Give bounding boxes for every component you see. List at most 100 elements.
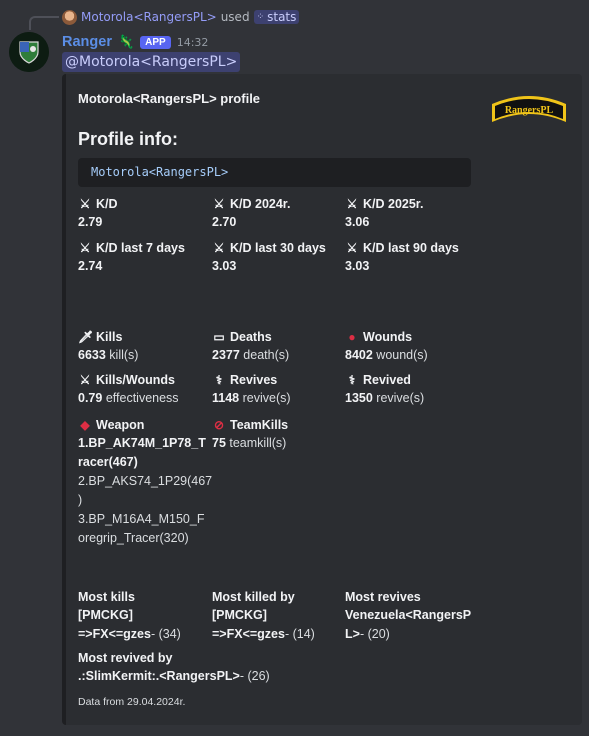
most-revived-by-player: .:SlimKermit:.<RangersPL> bbox=[78, 669, 240, 683]
command-name: stats bbox=[267, 10, 297, 24]
field-wounds: ● Wounds 8402 wound(s) bbox=[345, 329, 428, 365]
crossed-swords-icon: ⚔ bbox=[213, 241, 225, 255]
logo-text: RangersPL bbox=[505, 105, 554, 116]
field-weapon: ◆ Weapon 1.BP_AK74M_1P78_T racer(467) 2.B… bbox=[78, 417, 213, 548]
most-revives-count: - (20) bbox=[359, 627, 390, 641]
prohibited-icon: ⊘ bbox=[213, 418, 225, 432]
field-kd: ⚔ K/D 2.79 bbox=[78, 196, 118, 232]
crossed-swords-icon: ⚔ bbox=[79, 197, 91, 211]
reply-used-text: used bbox=[220, 10, 250, 24]
wounds-count: 8402 bbox=[345, 348, 373, 362]
revived-count: 1350 bbox=[345, 391, 373, 405]
blood-drop-icon: ● bbox=[348, 330, 356, 344]
field-deaths: ▭ Deaths 2377 death(s) bbox=[212, 329, 289, 365]
field-kd-7-days: ⚔ K/D last 7 days 2.74 bbox=[78, 240, 185, 276]
reply-avatar[interactable] bbox=[62, 9, 77, 25]
reply-connector bbox=[29, 16, 59, 30]
field-name: K/D last 7 days bbox=[96, 241, 185, 255]
field-teamkills: ⊘ TeamKills 75 teamkill(s) bbox=[212, 417, 288, 453]
deaths-count: 2377 bbox=[212, 348, 240, 362]
revives-count: 1148 bbox=[212, 391, 240, 405]
coffin-icon: ▭ bbox=[213, 330, 225, 344]
weapon-top: 1.BP_AK74M_1P78_T racer(467) bbox=[78, 436, 206, 469]
field-value: 2.74 bbox=[78, 259, 103, 273]
field-name: Wounds bbox=[363, 330, 413, 344]
field-name: Kills bbox=[96, 330, 123, 344]
embed-author: Motorola<RangersPL> profile bbox=[78, 91, 261, 106]
kills-count: 6633 bbox=[78, 348, 106, 362]
field-name: Most killed by bbox=[212, 590, 295, 604]
bot-avatar[interactable] bbox=[9, 32, 49, 72]
wounds-unit: wound(s) bbox=[372, 348, 428, 362]
reply-preview[interactable]: Motorola<RangersPL> used ⁘ stats bbox=[62, 8, 300, 26]
field-kd-90-days: ⚔ K/D last 90 days 3.03 bbox=[345, 240, 459, 276]
command-chip[interactable]: ⁘ stats bbox=[253, 10, 300, 24]
kills-unit: kill(s) bbox=[105, 348, 139, 362]
message-timestamp[interactable]: 14:32 bbox=[177, 36, 209, 49]
medical-staff-icon: ⚕ bbox=[348, 373, 356, 387]
field-kd-30-days: ⚔ K/D last 30 days 3.03 bbox=[212, 240, 326, 276]
shield-emblem-icon bbox=[9, 32, 49, 72]
revives-unit: revive(s) bbox=[239, 391, 291, 405]
most-killed-by-player: [PMCKG] =>FX<=gzes bbox=[212, 608, 285, 641]
lizard-icon: 🦎 bbox=[117, 34, 135, 50]
teamkills-count: 75 bbox=[212, 436, 226, 450]
message-header: Ranger 🦎 APP 14:32 bbox=[62, 32, 208, 52]
most-revived-by-count: - (26) bbox=[239, 669, 270, 683]
field-name: Most revived by bbox=[78, 651, 173, 665]
user-mention[interactable]: @Motorola<RangersPL> bbox=[62, 52, 241, 72]
field-value: 3.03 bbox=[212, 259, 237, 273]
field-kd-2025: ⚔ K/D 2025r. 3.06 bbox=[345, 196, 423, 232]
field-name: Weapon bbox=[96, 418, 145, 432]
field-name: K/D 2025r. bbox=[363, 197, 424, 211]
field-name: Deaths bbox=[230, 330, 272, 344]
field-kills-wounds: ⚔ Kills/Wounds 0.79 effectiveness bbox=[78, 372, 179, 408]
embed-title: Profile info: bbox=[78, 129, 178, 149]
crossed-swords-icon: ⚔ bbox=[79, 373, 91, 387]
slash-command-icon: ⁘ bbox=[256, 12, 265, 22]
field-name: Most kills bbox=[78, 590, 135, 604]
field-name: K/D 2024r. bbox=[230, 197, 291, 211]
app-badge: APP bbox=[140, 35, 171, 49]
field-kills: 🗡 Kills 6633 kill(s) bbox=[78, 329, 138, 365]
profile-code-block: Motorola<RangersPL> bbox=[78, 158, 471, 187]
field-value: 2.70 bbox=[212, 215, 237, 229]
field-revives: ⚕ Revives 1148 revive(s) bbox=[212, 372, 291, 408]
field-most-revives: Most revives Venezuela<RangersP L>- (20) bbox=[345, 589, 480, 644]
profile-embed: Motorola<RangersPL> profile RangersPL Pr… bbox=[62, 74, 582, 725]
teamkills-unit: teamkill(s) bbox=[225, 436, 287, 450]
most-killed-by-count: - (14) bbox=[284, 627, 315, 641]
reply-username[interactable]: Motorola<RangersPL> bbox=[81, 10, 217, 24]
field-value: 2.79 bbox=[78, 215, 103, 229]
field-most-kills: Most kills [PMCKG] =>FX<=gzes- (34) bbox=[78, 589, 210, 644]
field-name: K/D last 30 days bbox=[230, 241, 326, 255]
field-name: Most revives bbox=[345, 590, 421, 604]
deaths-unit: death(s) bbox=[239, 348, 290, 362]
field-most-killed-by: Most killed by [PMCKG] =>FX<=gzes- (14) bbox=[212, 589, 344, 644]
field-value: 3.06 bbox=[345, 215, 370, 229]
field-name: TeamKills bbox=[230, 418, 289, 432]
field-value: 3.03 bbox=[345, 259, 370, 273]
field-revived: ⚕ Revived 1350 revive(s) bbox=[345, 372, 424, 408]
weapon-others: 2.BP_AKS74_1P29(467 ) 3.BP_M16A4_M150_F … bbox=[78, 474, 213, 545]
field-name: Revived bbox=[363, 373, 411, 387]
crossed-swords-icon: ⚔ bbox=[346, 241, 358, 255]
crossed-swords-icon: ⚔ bbox=[213, 197, 225, 211]
kills-wounds-value: 0.79 bbox=[78, 391, 103, 405]
field-name: Kills/Wounds bbox=[96, 373, 175, 387]
crossed-swords-icon: ⚔ bbox=[79, 241, 91, 255]
field-name: Revives bbox=[230, 373, 278, 387]
crossed-swords-icon: ⚔ bbox=[346, 197, 358, 211]
bot-username[interactable]: Ranger bbox=[62, 34, 112, 50]
field-most-revived-by: Most revived by .:SlimKermit:.<RangersPL… bbox=[78, 650, 270, 686]
most-kills-player: [PMCKG] =>FX<=gzes bbox=[78, 608, 151, 641]
dagger-icon: 🗡 bbox=[78, 330, 94, 344]
field-kd-2024: ⚔ K/D 2024r. 2.70 bbox=[212, 196, 290, 232]
most-kills-count: - (34) bbox=[150, 627, 181, 641]
revived-unit: revive(s) bbox=[372, 391, 425, 405]
rangers-tab-logo[interactable]: RangersPL bbox=[490, 94, 568, 124]
field-name: K/D last 90 days bbox=[363, 241, 459, 255]
gun-icon: ◆ bbox=[80, 418, 90, 432]
embed-footer: Data from 29.04.2024r. bbox=[78, 696, 186, 708]
field-name: K/D bbox=[96, 197, 118, 211]
